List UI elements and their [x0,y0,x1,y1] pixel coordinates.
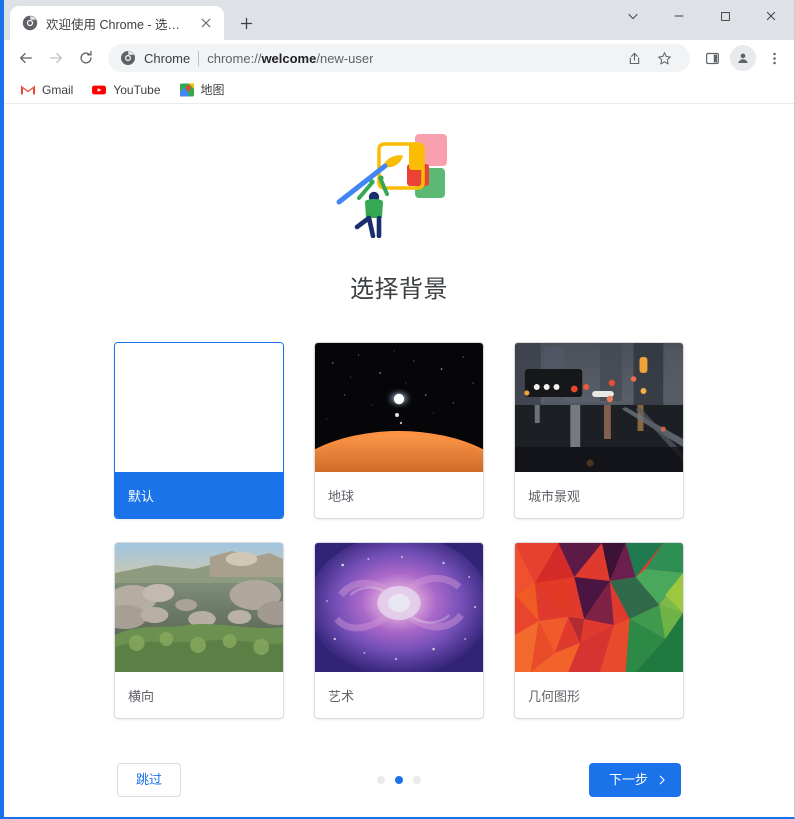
forward-arrow-icon[interactable] [42,44,70,72]
card-label: 默认 [128,488,155,504]
welcome-page: 选择背景 默认 地球 城市景观 横向 艺术 几何图形 跳过 下一步 [4,104,794,817]
omnibox-scheme-label: Chrome [144,50,191,66]
side-panel-icon[interactable] [698,44,726,72]
next-button[interactable]: 下一步 [588,763,681,797]
card-footer: 艺术 [315,672,483,718]
card-footer: 几何图形 [515,672,683,718]
youtube-icon [91,82,107,98]
browser-toolbar: Chrome chrome://welcome/new-user [4,40,794,76]
bookmark-item-youtube[interactable]: YouTube [83,79,168,101]
background-card-art[interactable]: 艺术 [314,542,484,719]
url-suffix: /new-user [316,50,374,66]
wizard-footer: 跳过 下一步 [4,763,794,797]
page-title: 选择背景 [350,276,448,303]
back-arrow-icon[interactable] [12,44,40,72]
pagination-dot[interactable] [377,776,385,785]
next-button-label: 下一步 [608,772,648,788]
card-footer: 默认 [115,472,283,518]
thumbnail-art [315,543,483,672]
bookmark-item-gmail[interactable]: Gmail [12,79,81,101]
close-icon[interactable] [197,14,215,32]
card-label: 艺术 [328,688,355,704]
thumbnail-earth [315,343,483,472]
pagination-dot[interactable] [413,776,421,785]
card-label: 地球 [328,488,355,504]
thumbnail-cityscape [515,343,683,472]
background-card-earth[interactable]: 地球 [314,342,484,519]
background-card-cityscape[interactable]: 城市景观 [514,342,684,519]
card-label: 横向 [128,688,155,704]
card-footer: 地球 [315,472,483,518]
chevron-right-icon [657,775,667,785]
address-bar[interactable]: Chrome chrome://welcome/new-user [108,44,690,72]
gmail-icon [20,82,36,98]
background-card-landscape[interactable]: 横向 [114,542,284,719]
bookmark-star-icon[interactable] [650,44,678,72]
close-icon[interactable] [748,0,794,32]
reload-icon[interactable] [72,44,100,72]
omnibox-actions [620,44,678,72]
omnibox-url: chrome://welcome/new-user [207,51,373,66]
card-footer: 横向 [115,672,283,718]
omnibox-separator [198,50,200,66]
bookmark-label: Gmail [42,82,74,97]
thumbnail-geometric [515,543,683,672]
tab-title: 欢迎使用 Chrome - 选择背景 [46,17,189,32]
thumbnail-default [115,343,283,472]
bookmark-label: YouTube [113,82,161,97]
chrome-icon [120,50,136,66]
maps-icon [179,82,195,98]
card-label: 几何图形 [528,688,581,704]
share-icon[interactable] [620,44,648,72]
three-dot-menu-icon[interactable] [760,44,788,72]
background-card-default[interactable]: 默认 [114,342,284,519]
maximize-icon[interactable] [702,0,748,32]
tab-strip: 欢迎使用 Chrome - 选择背景 [4,0,794,40]
bookmark-label: 地图 [200,83,225,97]
url-bold-segment: welcome [261,50,317,66]
browser-tab[interactable]: 欢迎使用 Chrome - 选择背景 [10,6,224,40]
window-controls [610,0,794,32]
browser-window: 欢迎使用 Chrome - 选择背景 [0,0,795,819]
pagination-dot-active[interactable] [395,776,403,785]
card-footer: 城市景观 [515,472,683,518]
background-card-grid: 默认 地球 城市景观 横向 艺术 几何图形 [114,342,684,719]
skip-button[interactable]: 跳过 [117,763,182,797]
chrome-icon [22,15,38,31]
new-tab-button[interactable] [232,9,260,37]
minimize-icon[interactable] [656,0,702,32]
thumbnail-landscape [115,543,283,672]
profile-avatar[interactable] [730,45,756,71]
chevron-down-icon[interactable] [610,0,656,32]
card-label: 城市景观 [528,488,581,504]
background-card-geometric[interactable]: 几何图形 [514,542,684,719]
bookmarks-bar: Gmail YouTube 地图 [4,76,794,104]
person-painting-illustration [329,126,469,243]
url-prefix: chrome:// [207,50,262,66]
bookmark-item-maps[interactable]: 地图 [171,78,233,101]
